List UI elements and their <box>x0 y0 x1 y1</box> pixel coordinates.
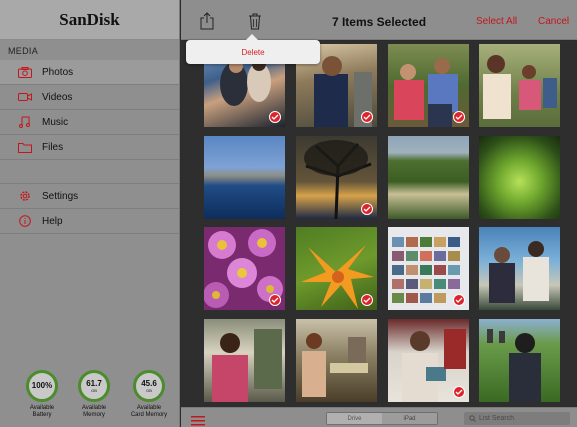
gauge-value: 61.7 <box>86 378 102 388</box>
selected-check-icon <box>453 111 465 123</box>
gauge-caption-line2: Card Memory <box>130 412 168 418</box>
folder-icon <box>18 141 32 153</box>
selected-check-icon <box>361 294 373 306</box>
photo-tile[interactable] <box>388 136 469 219</box>
selected-check-icon <box>269 111 281 123</box>
photo-tile[interactable] <box>296 227 377 310</box>
source-segmented-control: Drive iPad <box>326 412 438 425</box>
gauge-ring: 100% <box>26 370 58 402</box>
photo-thumbnail <box>489 241 549 303</box>
gear-icon <box>18 190 32 202</box>
media-section-label: MEDIA <box>8 46 39 56</box>
photo-tile[interactable] <box>388 227 469 310</box>
gauge-caption: Available Card Memory <box>127 405 171 419</box>
selected-check-icon <box>269 294 281 306</box>
photo-thumbnail <box>487 329 541 402</box>
gauge-value: 100% <box>31 381 53 390</box>
sidebar-item-label: Music <box>42 116 69 128</box>
photo-tile[interactable] <box>296 136 377 219</box>
gauge-ring: 61.7 GB <box>78 370 110 402</box>
gauge-ring: 45.6 GB <box>133 370 165 402</box>
selected-check-icon <box>453 294 465 306</box>
list-search-field[interactable] <box>464 412 570 425</box>
photo-thumbnail <box>212 329 282 402</box>
search-input[interactable] <box>479 415 569 422</box>
gauge-caption-line2: Battery <box>32 412 52 418</box>
memory-gauge: 61.7 GB Available Memory <box>74 370 114 419</box>
selected-check-icon <box>361 203 373 215</box>
sidebar-item-music[interactable]: Music <box>0 110 179 135</box>
photo-tile[interactable] <box>479 136 560 219</box>
sidebar-divider <box>0 160 179 184</box>
sidebar-item-files[interactable]: Files <box>0 135 179 160</box>
segment-drive[interactable]: Drive <box>327 413 382 424</box>
sidebar: SanDisk MEDIA Photos Videos Music Files … <box>0 0 180 427</box>
page-title: 7 Items Selected <box>331 15 427 29</box>
photo-tile[interactable] <box>479 319 560 402</box>
gauge-caption-line1: Available <box>29 405 55 411</box>
hamburger-menu-icon[interactable] <box>191 413 205 426</box>
sidebar-item-label: Videos <box>42 91 73 103</box>
gauge-caption: Available Battery <box>22 405 62 419</box>
sidebar-item-settings[interactable]: Settings <box>0 184 179 209</box>
camera-icon <box>18 66 32 78</box>
photo-tile[interactable] <box>204 319 285 402</box>
gauge-caption-line1: Available <box>81 405 107 411</box>
sidebar-item-label: Photos <box>42 66 74 78</box>
cancel-button[interactable]: Cancel <box>538 16 569 27</box>
sidebar-item-photos[interactable]: Photos <box>0 60 179 85</box>
gauge-caption-line1: Available <box>136 405 162 411</box>
gauge-unit: GB <box>146 387 152 393</box>
photo-tile[interactable] <box>204 227 285 310</box>
sidebar-item-label: Help <box>42 215 63 227</box>
sidebar-item-label: Settings <box>42 190 79 202</box>
battery-gauge: 100% Available Battery <box>22 370 62 419</box>
delete-button[interactable]: Delete <box>241 48 264 57</box>
photo-tile[interactable] <box>296 319 377 402</box>
photo-tile[interactable] <box>388 319 469 402</box>
sidebar-item-label: Files <box>42 141 64 153</box>
gauge-caption: Available Memory <box>74 405 114 419</box>
photo-tile[interactable] <box>479 44 560 127</box>
music-note-icon <box>18 116 32 128</box>
info-icon <box>18 215 32 227</box>
card-memory-gauge: 45.6 GB Available Card Memory <box>127 370 171 419</box>
photo-thumbnail <box>483 55 557 119</box>
storage-gauges: 100% Available Battery 61.7 GB Available… <box>0 370 180 427</box>
bottom-bar: Drive iPad <box>181 407 577 427</box>
gauge-value: 45.6 <box>141 378 157 388</box>
delete-popover: Delete <box>186 34 320 64</box>
video-camera-icon <box>18 91 32 103</box>
search-icon <box>469 415 476 422</box>
sidebar-item-help[interactable]: Help <box>0 209 179 234</box>
photo-thumbnail <box>302 333 368 397</box>
gauge-caption-line2: Memory <box>83 412 105 418</box>
selected-check-icon <box>453 386 465 398</box>
photo-tile[interactable] <box>204 136 285 219</box>
photo-tile[interactable] <box>388 44 469 127</box>
sidebar-item-videos[interactable]: Videos <box>0 85 179 110</box>
top-bar: 7 Items Selected Select All Cancel <box>181 0 577 40</box>
select-all-button[interactable]: Select All <box>476 16 517 27</box>
segment-ipad[interactable]: iPad <box>382 413 437 424</box>
brand-logo: SanDisk <box>0 0 179 40</box>
photo-grid <box>181 41 577 407</box>
gauge-unit: GB <box>91 387 97 393</box>
photo-tile[interactable] <box>479 227 560 310</box>
selected-check-icon <box>361 111 373 123</box>
